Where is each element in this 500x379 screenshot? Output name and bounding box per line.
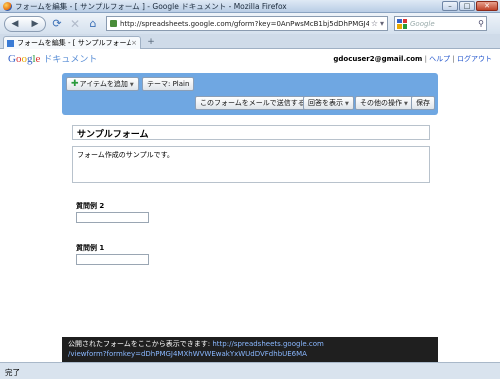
tab-edit-form[interactable]: フォームを編集 - [ サンプルフォーム ] - ... ×: [3, 36, 141, 49]
forward-arrow-icon[interactable]: ▶: [32, 19, 39, 29]
address-bar[interactable]: http://spreadsheets.google.com/gform?key…: [106, 16, 388, 31]
save-button[interactable]: 保存: [411, 96, 435, 110]
url-text: http://spreadsheets.google.com/gform?key…: [120, 19, 369, 28]
minimize-button[interactable]: –: [442, 1, 458, 11]
docs-favicon-icon: [7, 39, 14, 47]
product-name: ドキュメント: [43, 55, 98, 65]
theme-button[interactable]: テーマ: Plain: [142, 77, 195, 91]
maximize-button[interactable]: □: [459, 1, 475, 11]
url-dropdown-icon[interactable]: ▾: [380, 19, 384, 28]
status-bar: 完了: [0, 362, 500, 379]
new-tab-button[interactable]: +: [145, 37, 157, 48]
form-description-field[interactable]: フォーム作成のサンプルです。: [72, 146, 430, 183]
tab-strip: フォームを編集 - [ サンプルフォーム ] - ... × +: [0, 34, 500, 49]
site-favicon-icon: [110, 20, 117, 27]
tab-close-icon[interactable]: ×: [131, 39, 137, 47]
window-controls: – □ ✕: [442, 1, 498, 11]
notice-text: 公開されたフォームをここから表示できます:: [68, 340, 213, 348]
stop-icon[interactable]: ✕: [68, 17, 82, 31]
tab-label: フォームを編集 - [ サンプルフォーム ] - ...: [17, 39, 132, 47]
logout-link[interactable]: ログアウト: [457, 55, 492, 63]
question-answer-input[interactable]: [76, 212, 149, 223]
firefox-icon: [3, 1, 12, 11]
add-item-button[interactable]: ✚アイテムを追加 ▼: [66, 77, 139, 91]
chevron-down-icon: ▼: [404, 101, 408, 107]
plus-icon: ✚: [71, 79, 79, 89]
page-content: Google ドキュメント gdocuser2@gmail.com | ヘルプ …: [0, 49, 500, 363]
viewform-link-cont[interactable]: /viewform?formkey=dDhPMGJ4MXhWVWEwakYxWU…: [68, 350, 307, 358]
view-responses-button[interactable]: 回答を表示 ▼: [303, 96, 354, 110]
question-label[interactable]: 質問例 2: [76, 201, 104, 211]
close-window-button[interactable]: ✕: [476, 1, 498, 11]
chevron-down-icon: ▼: [129, 82, 134, 88]
window-titlebar: フォームを編集 - [ サンプルフォーム ] - Google ドキュメント -…: [0, 0, 500, 13]
email-form-button[interactable]: このフォームをメールで送信する: [195, 96, 310, 110]
question-label[interactable]: 質問例 1: [76, 243, 104, 253]
navigation-toolbar: ◀ ▶ ⟳ ✕ ⌂ http://spreadsheets.google.com…: [0, 13, 500, 34]
help-link[interactable]: ヘルプ: [429, 55, 450, 63]
question-answer-input[interactable]: [76, 254, 149, 265]
window-title: フォームを編集 - [ サンプルフォーム ] - Google ドキュメント -…: [15, 1, 287, 11]
search-bar[interactable]: Google ⚲: [394, 16, 487, 31]
back-forward-buttons: ◀ ▶: [4, 15, 46, 32]
chevron-down-icon: ▼: [345, 101, 349, 107]
user-email: gdocuser2@gmail.com: [333, 55, 423, 63]
back-arrow-icon[interactable]: ◀: [12, 19, 19, 29]
form-title-field[interactable]: サンプルフォーム: [72, 125, 430, 140]
google-search-engine-icon[interactable]: [397, 18, 407, 29]
form-editor: サンプルフォーム フォーム作成のサンプルです。 質問例 2 質問例 1: [62, 115, 438, 337]
viewform-link[interactable]: http://spreadsheets.google.com: [212, 340, 324, 348]
form-editor-toolbar: ✚アイテムを追加 ▼ テーマ: Plain このフォームをメールで送信する 回答を…: [62, 73, 438, 115]
bookmark-star-icon[interactable]: ☆: [371, 19, 378, 28]
status-text: 完了: [5, 368, 20, 377]
google-logo[interactable]: Google: [8, 53, 40, 65]
google-docs-header: Google ドキュメント: [8, 52, 97, 65]
reload-icon[interactable]: ⟳: [50, 17, 64, 31]
more-actions-button[interactable]: その他の操作 ▼: [355, 96, 413, 110]
published-form-notice: 公開されたフォームをここから表示できます: http://spreadsheet…: [62, 337, 438, 363]
search-placeholder: Google: [410, 19, 435, 28]
search-icon[interactable]: ⚲: [478, 19, 484, 28]
home-icon[interactable]: ⌂: [86, 17, 100, 31]
user-links: gdocuser2@gmail.com | ヘルプ | ログアウト: [333, 55, 492, 63]
